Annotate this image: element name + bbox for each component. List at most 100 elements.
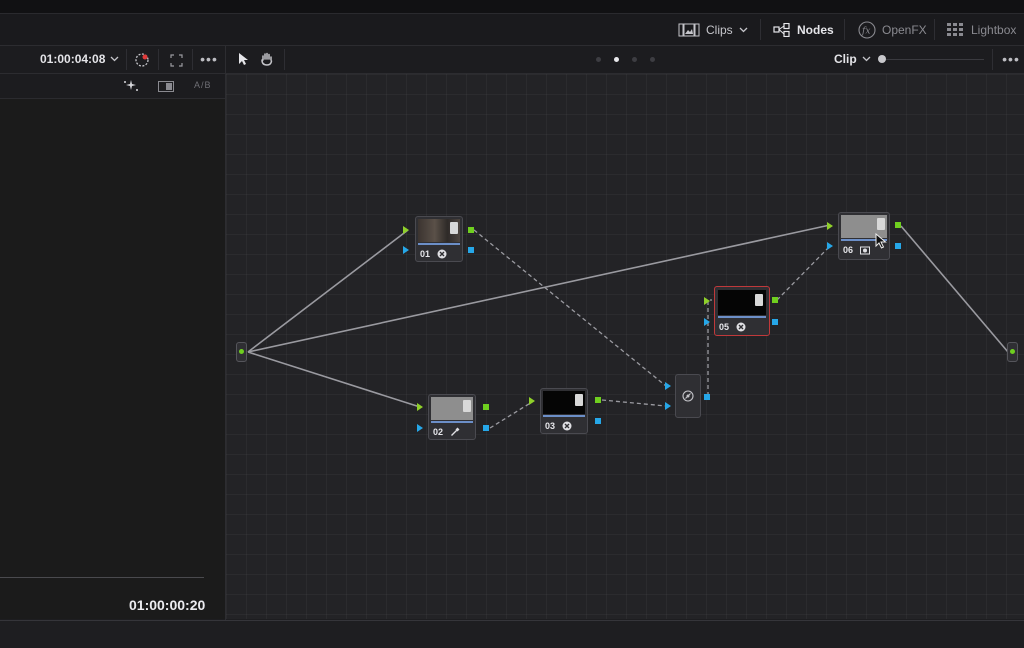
node-thumb-badge xyxy=(755,294,763,306)
tab-openfx[interactable]: fx OpenFX xyxy=(858,14,927,45)
tab-lightbox[interactable]: Lightbox xyxy=(947,14,1016,45)
node-02-rgb-input[interactable] xyxy=(417,403,423,411)
svg-text:fx: fx xyxy=(861,26,870,36)
lightbox-grid-icon xyxy=(947,22,963,36)
page-dot[interactable] xyxy=(596,57,601,62)
node-02-alpha-input[interactable] xyxy=(417,424,423,432)
viewer-panel[interactable] xyxy=(0,99,225,619)
node-05-alpha-input[interactable] xyxy=(704,318,710,326)
mixer-input-2[interactable] xyxy=(665,402,671,410)
node-02-rgb-output[interactable] xyxy=(483,404,489,410)
mixer-node[interactable] xyxy=(675,374,701,418)
node-05[interactable]: 05 xyxy=(714,286,770,336)
viewer-subbar: A/B xyxy=(0,74,225,99)
mixer-output[interactable] xyxy=(704,394,710,400)
fx-icon: fx xyxy=(858,20,876,39)
page-dot-active[interactable] xyxy=(614,57,619,62)
output-port[interactable] xyxy=(1010,349,1015,354)
fullscreen-button[interactable] xyxy=(166,50,186,70)
tab-nodes-label: Nodes xyxy=(797,22,834,37)
node-01[interactable]: 01 xyxy=(415,216,463,262)
top-strip xyxy=(0,0,1024,14)
chevron-down-icon xyxy=(739,27,748,32)
tab-nodes[interactable]: Nodes xyxy=(773,14,834,45)
magic-mask-button[interactable] xyxy=(122,78,140,94)
camera-icon xyxy=(860,246,870,255)
highlight-icon xyxy=(158,80,174,92)
node-thumb-badge xyxy=(575,394,583,406)
node-05-rgb-output[interactable] xyxy=(772,297,778,303)
node-label: 05 xyxy=(719,322,730,332)
source-input-connector[interactable] xyxy=(236,342,247,362)
mixer-icon xyxy=(682,390,694,402)
mouse-cursor-icon xyxy=(875,233,887,249)
page-tabs-bar: Clips Nodes fx OpenFX Lightbox xyxy=(0,14,1024,46)
expand-icon xyxy=(169,53,183,67)
node-02-alpha-output[interactable] xyxy=(483,425,489,431)
page-dot[interactable] xyxy=(632,57,637,62)
sparkle-icon xyxy=(124,80,138,91)
clips-icon xyxy=(678,23,700,36)
pointer-tool-button[interactable] xyxy=(234,50,252,68)
gear-circle-icon xyxy=(736,322,746,332)
node-mode-dropdown[interactable]: Clip xyxy=(834,52,871,66)
node-thumb-badge xyxy=(450,222,458,234)
color-wheel-icon xyxy=(135,53,149,67)
node-label: 06 xyxy=(843,245,854,255)
node-label: 03 xyxy=(545,421,556,431)
node-03-alpha-output[interactable] xyxy=(595,418,601,424)
gear-circle-icon xyxy=(437,249,447,259)
tab-clips-label: Clips xyxy=(706,22,733,37)
gear-circle-icon xyxy=(562,421,572,431)
node-03-rgb-input[interactable] xyxy=(529,397,535,405)
viewer-toolbar: 01:00:04:08 ••• xyxy=(0,46,225,74)
node-03-rgb-output[interactable] xyxy=(595,397,601,403)
pointer-icon xyxy=(239,53,248,65)
node-05-rgb-input[interactable] xyxy=(704,297,710,305)
zoom-slider[interactable] xyxy=(878,55,984,64)
highlight-button[interactable] xyxy=(157,79,175,93)
node-thumb-badge xyxy=(877,218,885,230)
hand-tool-button[interactable] xyxy=(258,50,276,68)
nodes-icon xyxy=(773,22,790,37)
ab-toggle[interactable]: A/B xyxy=(194,80,212,90)
node-06-rgb-input[interactable] xyxy=(827,222,833,230)
node-more-button[interactable]: ••• xyxy=(998,49,1024,69)
bottom-bar xyxy=(0,620,1024,648)
node-editor-canvas[interactable] xyxy=(226,74,1024,619)
node-03[interactable]: 03 xyxy=(540,388,588,434)
zoom-slider-track xyxy=(882,59,984,60)
tab-lightbox-label: Lightbox xyxy=(971,22,1017,37)
mixer-input-1[interactable] xyxy=(665,382,671,390)
node-editor-toolbar: Clip ••• xyxy=(226,46,1024,74)
page-indicator[interactable] xyxy=(596,57,656,63)
tab-openfx-label: OpenFX xyxy=(882,22,927,37)
chevron-down-icon xyxy=(862,56,871,62)
output-connector[interactable] xyxy=(1007,342,1018,362)
node-mode-label: Clip xyxy=(834,52,857,66)
node-01-rgb-input[interactable] xyxy=(403,226,409,234)
page-dot[interactable] xyxy=(650,57,655,62)
node-06-alpha-output[interactable] xyxy=(895,243,901,249)
node-01-alpha-output[interactable] xyxy=(468,247,474,253)
node-05-alpha-output[interactable] xyxy=(772,319,778,325)
timecode-dropdown[interactable]: 01:00:04:08 xyxy=(40,52,119,66)
viewer-scrubber-line[interactable] xyxy=(0,577,204,578)
node-thumb-badge xyxy=(463,400,471,412)
node-01-rgb-output[interactable] xyxy=(468,227,474,233)
chevron-down-icon xyxy=(110,56,119,62)
node-label: 02 xyxy=(433,427,444,437)
node-01-alpha-input[interactable] xyxy=(403,246,409,254)
source-port[interactable] xyxy=(239,349,244,354)
tab-clips[interactable]: Clips xyxy=(678,14,748,45)
viewer-timecode: 01:00:04:08 xyxy=(40,52,106,66)
zoom-slider-handle[interactable] xyxy=(878,55,886,63)
node-02[interactable]: 02 xyxy=(428,394,476,440)
node-06-alpha-input[interactable] xyxy=(827,242,833,250)
node-label: 01 xyxy=(420,249,431,259)
node-06-rgb-output[interactable] xyxy=(895,222,901,228)
viewer-footer-timecode: 01:00:00:20 xyxy=(129,597,206,613)
color-picker-button[interactable] xyxy=(132,50,152,70)
viewer-more-button[interactable]: ••• xyxy=(196,49,222,69)
eyedropper-icon xyxy=(451,427,460,436)
